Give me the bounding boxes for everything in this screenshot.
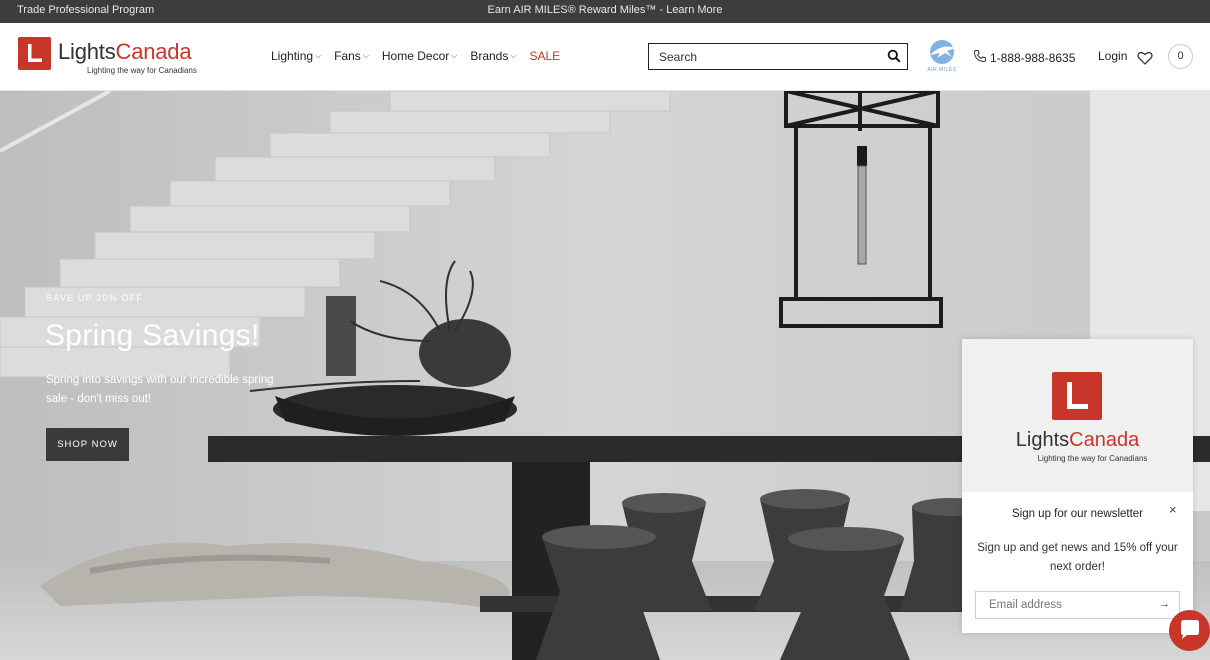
nav-item-home-decor[interactable]: Home Decor ⌵ [382,49,457,63]
search-icon[interactable] [887,49,901,68]
chat-button[interactable] [1169,610,1210,651]
brand-name: LightsCanada [58,39,192,65]
arrow-right-icon[interactable]: → [1159,598,1170,610]
chat-bubble-icon [1181,620,1199,639]
newsletter-popup: LightsCanada Lighting the way for Canadi… [962,339,1193,633]
nav-item-sale[interactable]: SALE [529,49,560,63]
chevron-down-icon: ⌵ [362,51,369,60]
brand-name-part1: Lights [58,39,116,64]
shop-now-button[interactable]: SHOP NOW [46,428,129,461]
popup-tagline: Lighting the way for Canadians [1037,454,1148,463]
phone-link[interactable]: 1-888-988-8635 [973,49,1075,66]
popup-logo-icon [1052,372,1102,420]
nav-item-fans[interactable]: Fans ⌵ [334,49,369,63]
newsletter-title: Sign up for our newsletter [1011,508,1144,520]
hero-title: Spring Savings! [45,319,260,352]
wishlist-heart-icon[interactable] [1137,51,1153,70]
email-field[interactable] [976,592,1151,618]
chevron-down-icon: ⌵ [510,51,517,60]
site-header: LightsCanada Lighting the way for Canadi… [0,23,1210,91]
air-miles-promo-link[interactable]: Earn AIR MILES® Reward Miles™ - Learn Mo… [0,4,1210,16]
hero-subtitle: Spring into savings with our incredible … [46,374,274,405]
logo-mark-icon [18,37,51,70]
nav-item-brands[interactable]: Brands ⌵ [470,49,516,63]
phone-number: 1-888-988-8635 [990,50,1076,65]
login-link[interactable]: Login [1098,49,1127,63]
air-miles-label: AIR MILES [927,67,957,73]
cart-button[interactable]: 0 [1168,44,1193,69]
search-input[interactable] [649,44,879,69]
brand-tagline: Lighting the way for Canadians [87,66,197,75]
newsletter-header: LightsCanada Lighting the way for Canadi… [962,339,1193,492]
chevron-down-icon: ⌵ [451,51,458,60]
announcement-bar: Trade Professional Program Earn AIR MILE… [0,0,1210,23]
search-box [648,43,908,70]
chevron-down-icon: ⌵ [315,51,322,60]
air-miles-icon [930,40,955,64]
brand-name-part2: Canada [115,39,192,64]
phone-icon [973,49,987,66]
popup-brand-name: LightsCanada [1015,429,1140,451]
newsletter-email-box: → [975,591,1180,619]
nav-item-lighting[interactable]: Lighting ⌵ [271,49,321,63]
air-miles-logo[interactable]: AIR MILES [925,39,959,75]
main-nav: Lighting ⌵ Fans ⌵ Home Decor ⌵ Brands ⌵ SALE [271,49,573,63]
newsletter-text: Sign up and get news and 15% off your ne… [977,542,1178,573]
site-logo[interactable]: LightsCanada Lighting the way for Canadi… [18,37,218,77]
hero-eyebrow: SAVE UP 20% OFF [46,293,144,303]
